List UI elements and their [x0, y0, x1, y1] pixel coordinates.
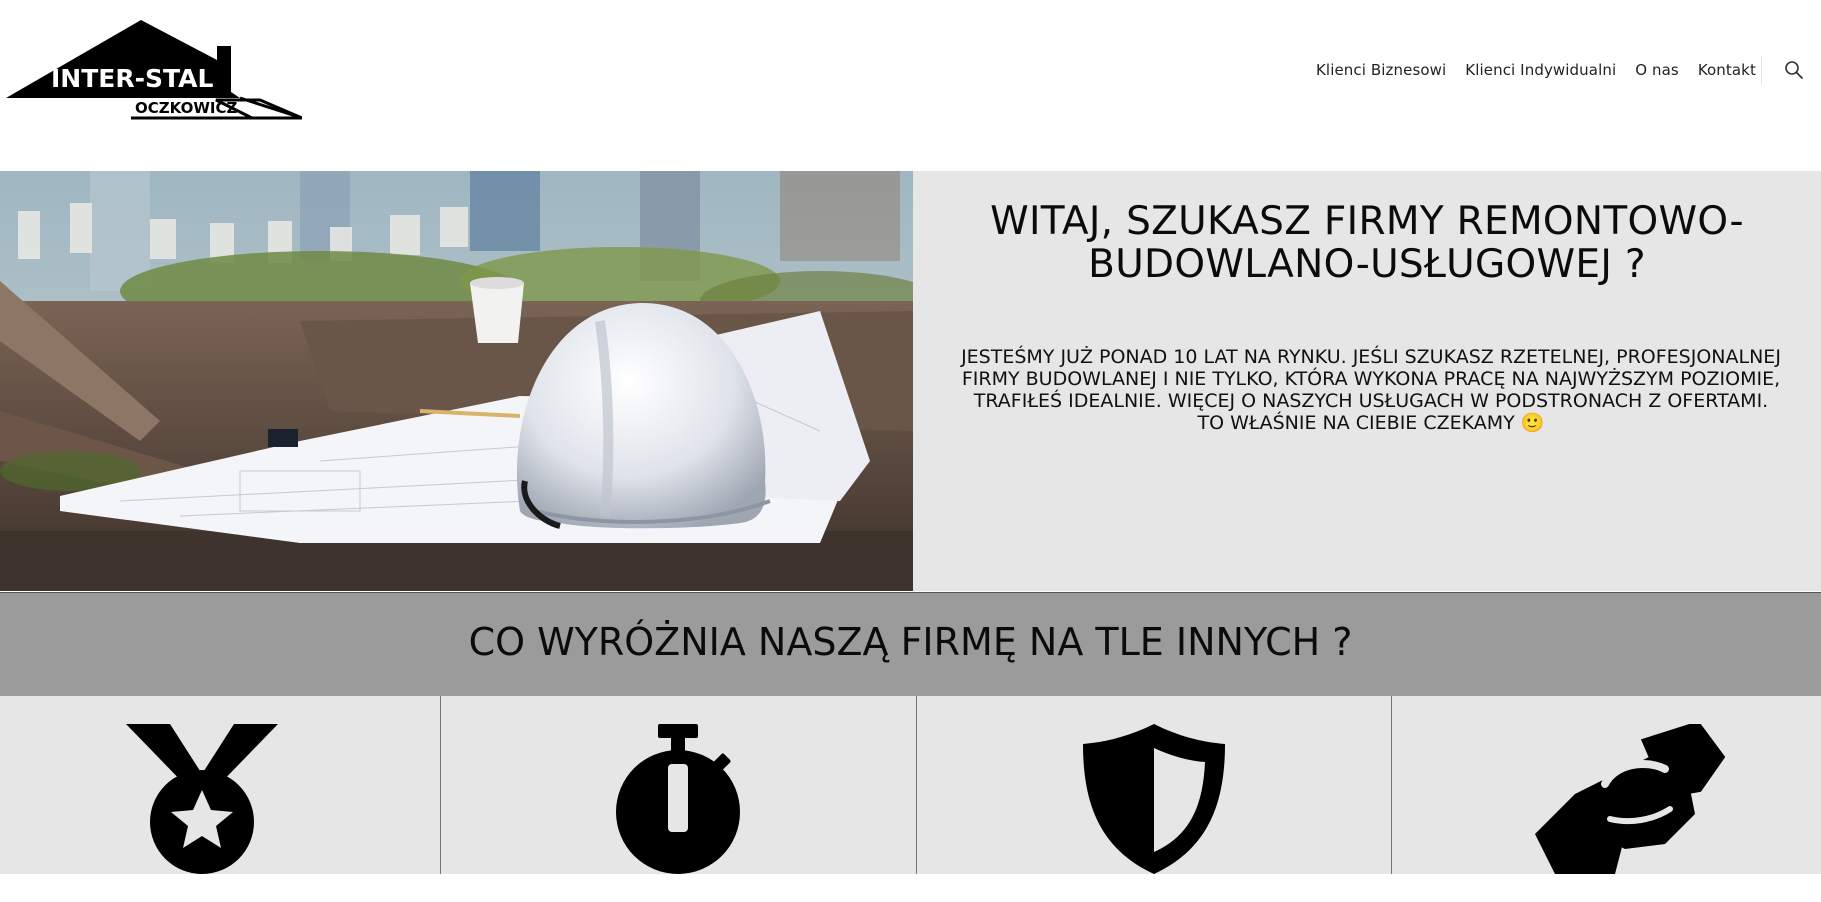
main-nav: Klienci Biznesowi Klienci Indywidualni O…	[1316, 58, 1756, 82]
logo-subname: OCZKOWICZ	[135, 99, 237, 117]
nav-divider	[1761, 56, 1762, 84]
handshake-icon	[1535, 721, 1726, 874]
hero-image	[0, 171, 913, 591]
hero-text: JESTEŚMY JUŻ PONAD 10 LAT NA RYNKU. JEŚL…	[961, 346, 1781, 434]
column-divider	[1391, 696, 1392, 874]
column-divider	[440, 696, 441, 874]
nav-klienci-indywidualni[interactable]: Klienci Indywidualni	[1465, 61, 1616, 79]
feature-quality	[126, 724, 278, 902]
hero-section: WITAJ, SZUKASZ FIRMY REMONTOWO-BUDOWLANO…	[0, 171, 1821, 591]
shield-icon	[1083, 724, 1225, 874]
medal-icon	[126, 724, 278, 874]
search-icon[interactable]	[1784, 60, 1804, 80]
features-heading-band: CO WYRÓŻNIA NASZĄ FIRMĘ NA TLE INNYCH ?	[0, 592, 1821, 697]
stopwatch-icon	[616, 724, 740, 874]
column-divider	[916, 696, 917, 874]
feature-punctuality	[616, 724, 740, 902]
hero-panel: WITAJ, SZUKASZ FIRMY REMONTOWO-BUDOWLANO…	[913, 171, 1821, 591]
hero-title: WITAJ, SZUKASZ FIRMY REMONTOWO-BUDOWLANO…	[990, 199, 1744, 287]
nav-kontakt[interactable]: Kontakt	[1698, 61, 1756, 79]
nav-o-nas[interactable]: O nas	[1635, 61, 1679, 79]
feature-cooperation	[1535, 721, 1726, 902]
features-grid	[0, 696, 1821, 874]
features-title: CO WYRÓŻNIA NASZĄ FIRMĘ NA TLE INNYCH ?	[468, 620, 1353, 664]
nav-klienci-biznesowi[interactable]: Klienci Biznesowi	[1316, 61, 1446, 79]
company-logo[interactable]: INTER-STAL OCZKOWICZ	[6, 20, 302, 120]
logo-name: INTER-STAL	[51, 64, 213, 93]
feature-safety	[1083, 724, 1225, 902]
site-header: INTER-STAL OCZKOWICZ Klienci Biznesowi K…	[0, 0, 1821, 171]
